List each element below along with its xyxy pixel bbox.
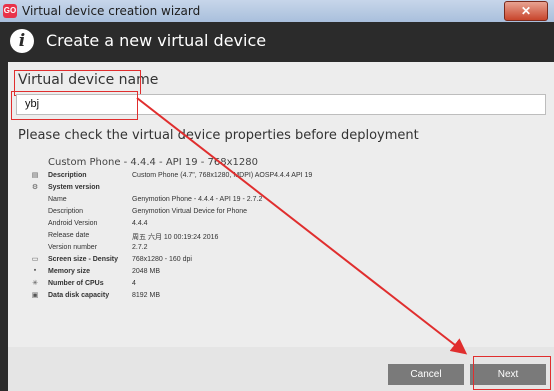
annotation-arrow: [136, 97, 468, 355]
